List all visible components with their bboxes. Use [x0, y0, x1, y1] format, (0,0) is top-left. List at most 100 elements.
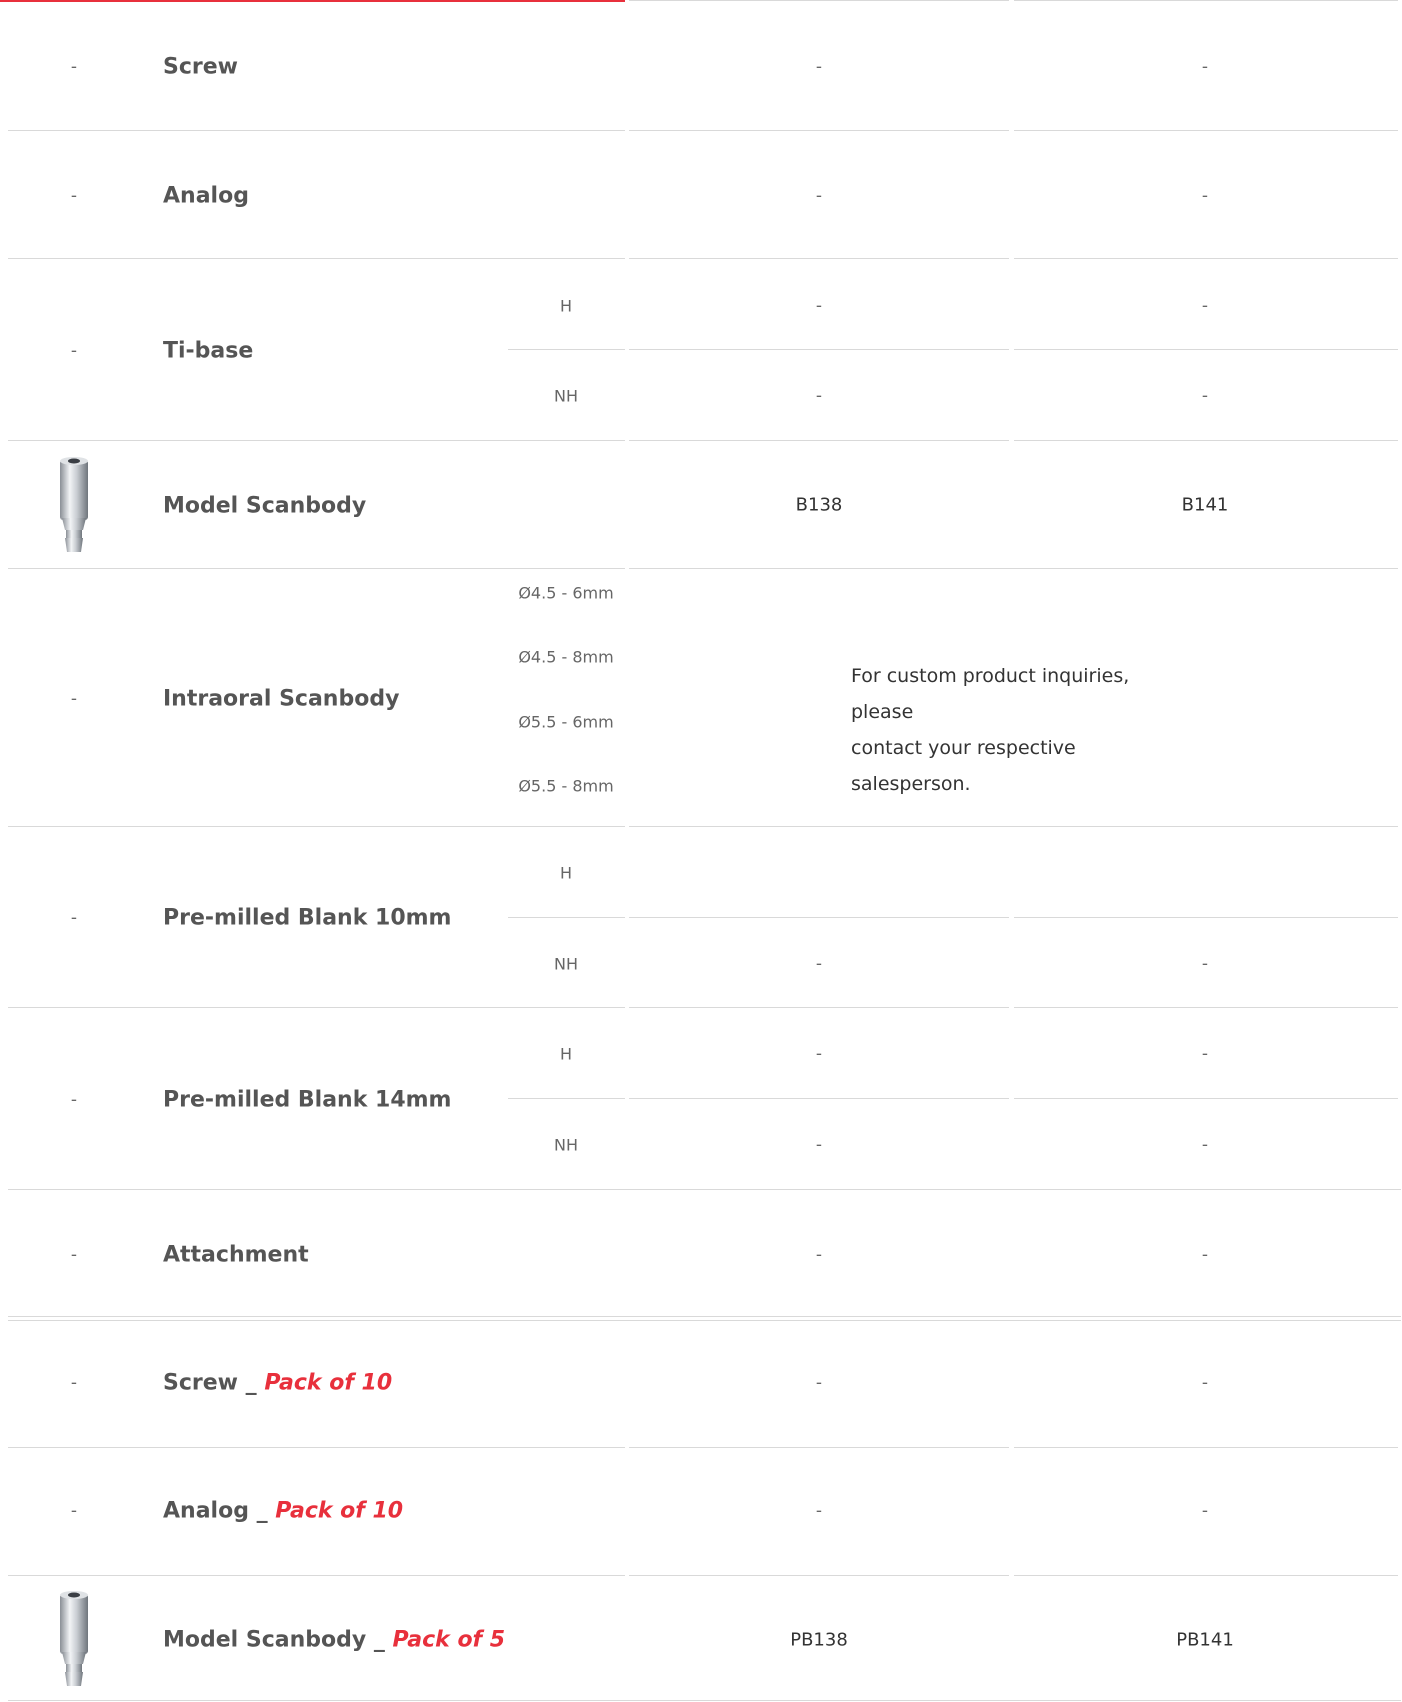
row-divider [629, 1007, 1009, 1008]
value-cell: - [815, 1501, 823, 1521]
subrow-divider [508, 349, 625, 350]
product-name: Model Scanbody _ Pack of 5 [163, 1628, 505, 1653]
value-cell: - [1201, 1245, 1209, 1265]
subrow-divider [1014, 349, 1398, 350]
pack-quantity: Pack of 5 [392, 1627, 506, 1653]
value-cell: - [815, 1373, 823, 1393]
product-code: B141 [1181, 494, 1229, 516]
value-cell: - [1201, 296, 1209, 316]
product-name: Screw _ Pack of 10 [163, 1371, 392, 1396]
row-divider [8, 826, 625, 827]
product-table: - Screw - - - Analog - - - Ti-base H - -… [0, 0, 1402, 1702]
product-image-placeholder: - [70, 341, 78, 361]
product-code: PB141 [1176, 1629, 1234, 1651]
product-image-placeholder: - [70, 1501, 78, 1521]
row-divider [629, 130, 1009, 131]
row-divider [1014, 1575, 1398, 1576]
product-image-placeholder: - [70, 1373, 78, 1393]
product-name: Model Scanbody [163, 493, 367, 519]
variant-label: NH [554, 386, 578, 406]
row-divider [8, 258, 625, 259]
pack-quantity: Pack of 10 [264, 1370, 393, 1396]
top-accent-rule [0, 0, 625, 2]
row-divider [629, 826, 1398, 827]
subrow-divider [629, 349, 1009, 350]
top-rule-col2 [1014, 0, 1398, 1]
product-name-text: Analog _ [163, 1498, 276, 1524]
subrow-divider [508, 917, 625, 918]
value-cell: - [815, 1135, 823, 1155]
row-divider [1014, 440, 1398, 441]
product-name: Pre-milled Blank 14mm [163, 1087, 452, 1113]
value-cell: - [815, 296, 823, 316]
section-divider [8, 1316, 1401, 1317]
row-divider [8, 1007, 625, 1008]
product-name: Analog [163, 183, 249, 209]
product-image-placeholder: - [70, 689, 78, 709]
size-option: Ø4.5 - 8mm [518, 647, 614, 667]
section-divider [8, 1320, 1401, 1321]
subrow-divider [508, 1098, 625, 1099]
subrow-divider [1014, 917, 1398, 918]
row-divider [1014, 258, 1398, 259]
row-divider [8, 1575, 625, 1576]
variant-label: NH [554, 954, 578, 974]
row-divider [8, 1447, 625, 1448]
row-divider [1014, 130, 1398, 131]
value-cell: - [815, 386, 823, 406]
product-name: Analog _ Pack of 10 [163, 1499, 403, 1524]
product-code: PB138 [790, 1629, 848, 1651]
value-cell: - [1201, 1044, 1209, 1064]
custom-inquiry-note: For custom product inquiries, please con… [851, 658, 1191, 802]
size-option: Ø4.5 - 6mm [518, 583, 614, 603]
product-name-text: Screw _ [163, 1370, 265, 1396]
bottom-rule [8, 1700, 1401, 1701]
row-divider [629, 258, 1009, 259]
value-cell: - [1201, 57, 1209, 77]
product-image-placeholder: - [70, 186, 78, 206]
row-divider [8, 440, 625, 441]
product-image-placeholder: - [70, 908, 78, 928]
variant-label: H [559, 863, 573, 883]
row-divider [629, 1447, 1009, 1448]
product-image-placeholder: - [70, 1090, 78, 1110]
row-divider [629, 568, 1398, 569]
value-cell: - [1201, 186, 1209, 206]
product-name-text: Model Scanbody _ [163, 1627, 393, 1653]
row-divider [629, 440, 1009, 441]
value-cell: - [815, 1245, 823, 1265]
row-divider [8, 568, 625, 569]
product-code: B138 [795, 494, 843, 516]
scanbody-implant-icon [60, 1591, 88, 1686]
note-line: contact your respective salesperson. [851, 737, 1076, 795]
value-cell: - [1201, 386, 1209, 406]
subrow-divider [629, 917, 1009, 918]
product-image-placeholder: - [70, 1245, 78, 1265]
product-name: Attachment [163, 1242, 309, 1268]
size-option: Ø5.5 - 6mm [518, 712, 614, 732]
variant-label: H [559, 1044, 573, 1064]
value-cell: - [815, 57, 823, 77]
row-divider [629, 1575, 1009, 1576]
value-cell: - [815, 954, 823, 974]
row-divider [1014, 1007, 1398, 1008]
product-name: Pre-milled Blank 10mm [163, 905, 452, 931]
value-cell: - [1201, 954, 1209, 974]
value-cell: - [815, 1044, 823, 1064]
scanbody-implant-icon [60, 457, 88, 552]
value-cell: - [1201, 1135, 1209, 1155]
size-option: Ø5.5 - 8mm [518, 776, 614, 796]
pack-quantity: Pack of 10 [275, 1498, 404, 1524]
variant-label: NH [554, 1135, 578, 1155]
top-rule-col1 [629, 0, 1009, 1]
subrow-divider [629, 1098, 1009, 1099]
subrow-divider [1014, 1098, 1398, 1099]
variant-label: H [559, 296, 573, 316]
row-divider [8, 1189, 1401, 1190]
value-cell: - [1201, 1373, 1209, 1393]
product-image-placeholder: - [70, 57, 78, 77]
note-line: For custom product inquiries, please [851, 665, 1130, 723]
row-divider [8, 130, 625, 131]
product-name: Intraoral Scanbody [163, 686, 400, 712]
product-name: Ti-base [163, 338, 254, 364]
